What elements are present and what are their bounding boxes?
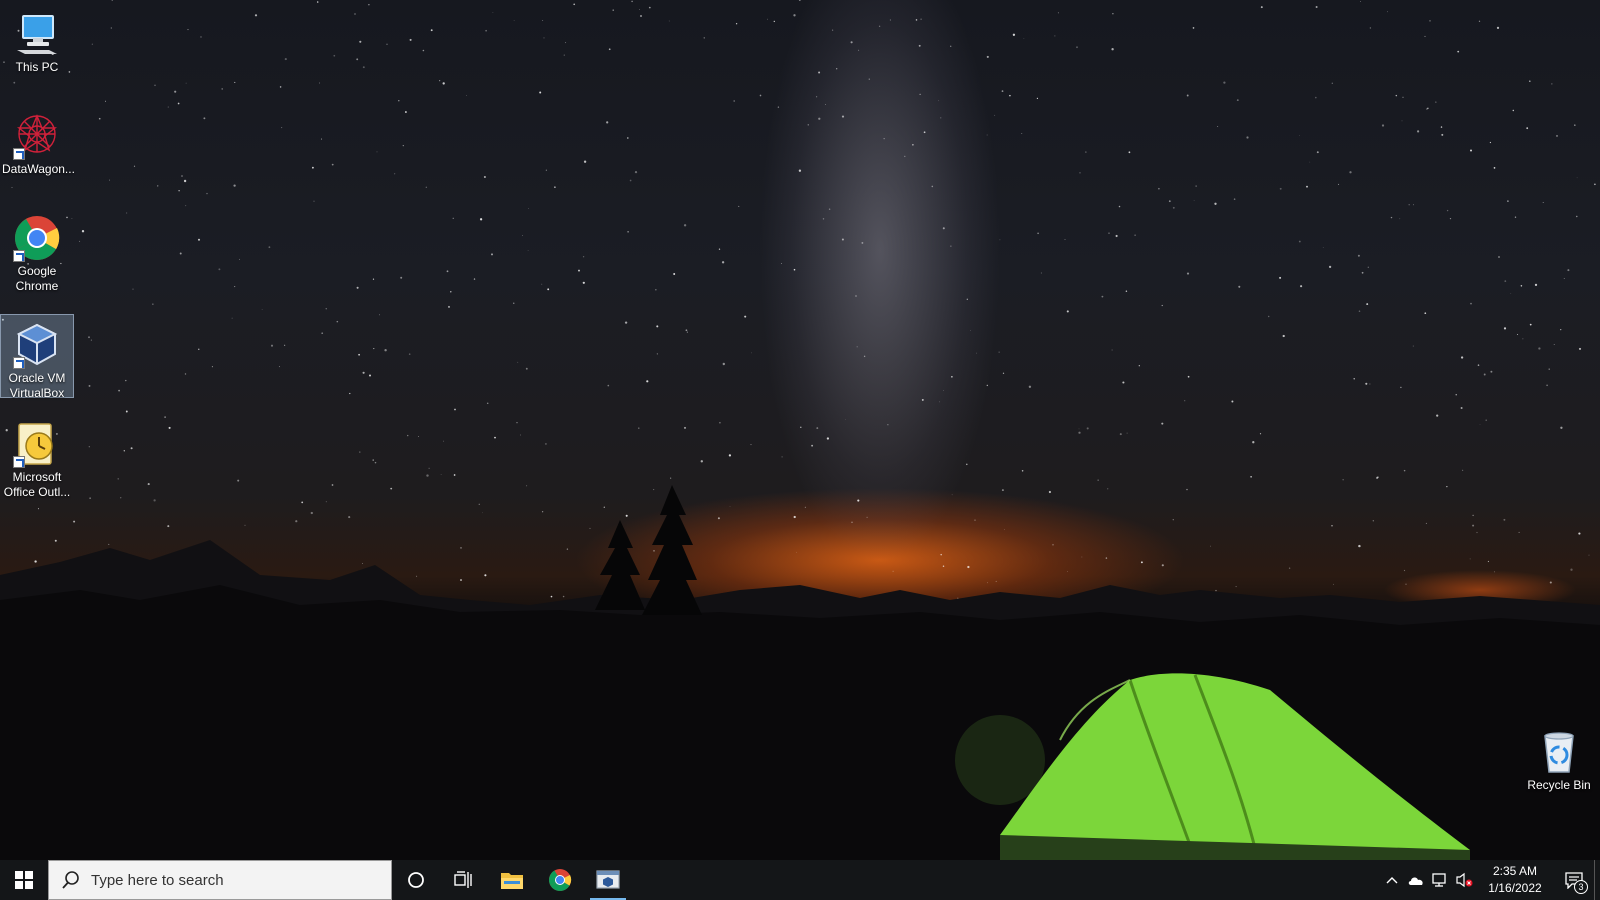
network-tray-button[interactable] <box>1428 860 1452 900</box>
taskbar-search-box[interactable]: Type here to search <box>48 860 392 900</box>
task-view-button[interactable] <box>440 860 488 900</box>
taskbar-virtualbox[interactable] <box>584 860 632 900</box>
virtualbox-window-icon <box>596 870 620 889</box>
recycle-bin-icon <box>1535 728 1583 776</box>
desktop-icon-microsoft-office-outlook[interactable]: Microsoft Office Outl... <box>0 414 74 500</box>
notification-count-badge: 3 <box>1574 880 1588 894</box>
shortcut-arrow-icon <box>13 357 25 369</box>
desktop-icon-label: Recycle Bin <box>1527 778 1591 792</box>
outlook-icon <box>13 420 61 468</box>
desktop-icon-label: DataWagon... <box>2 162 75 176</box>
clock-time: 2:35 AM <box>1492 864 1538 878</box>
virtualbox-icon <box>13 321 61 369</box>
desktop-icon-label: This PC <box>15 60 59 74</box>
computer-icon <box>13 10 61 58</box>
network-icon <box>1432 873 1446 887</box>
chrome-icon <box>13 214 61 262</box>
desktop-icon-label: Microsoft Office Outl... <box>3 470 71 499</box>
chrome-icon <box>549 869 572 891</box>
desktop-icon-datawagon[interactable]: DataWagon... <box>0 106 75 176</box>
shortcut-arrow-icon <box>13 250 25 262</box>
windows-logo-icon <box>15 871 33 889</box>
desktop-icon-label: Oracle VM VirtualBox <box>8 371 66 400</box>
chevron-up-icon <box>1386 877 1398 884</box>
cloud-icon <box>1408 877 1423 885</box>
show-desktop-button[interactable] <box>1594 860 1600 900</box>
taskbar: Type here to search 2:35 AM 1/16/2022 3 <box>0 860 1600 900</box>
action-center-button[interactable]: 3 <box>1554 860 1594 900</box>
desktop-icon-label: Google Chrome <box>15 264 59 293</box>
cortana-button[interactable] <box>392 860 440 900</box>
search-placeholder: Type here to search <box>91 871 224 889</box>
start-button[interactable] <box>0 860 48 900</box>
desktop-icon-recycle-bin[interactable]: Recycle Bin <box>1521 722 1597 792</box>
volume-tray-button[interactable] <box>1452 860 1476 900</box>
landscape-silhouette <box>0 485 1600 900</box>
cortana-circle-icon <box>408 872 424 888</box>
desktop-icon-this-pc[interactable]: This PC <box>0 4 74 74</box>
onedrive-tray-button[interactable] <box>1404 860 1428 900</box>
volume-muted-icon <box>1456 872 1473 888</box>
taskbar-clock[interactable]: 2:35 AM 1/16/2022 <box>1482 863 1548 897</box>
datawagon-icon <box>13 112 61 160</box>
taskbar-file-explorer[interactable] <box>488 860 536 900</box>
desktop-icon-oracle-vm-virtualbox[interactable]: Oracle VM VirtualBox <box>0 314 74 400</box>
show-hidden-icons-button[interactable] <box>1380 860 1404 900</box>
search-icon <box>62 871 79 889</box>
desktop-wallpaper <box>0 0 1600 900</box>
desktop-icon-google-chrome[interactable]: Google Chrome <box>0 208 74 294</box>
shortcut-arrow-icon <box>13 456 25 468</box>
clock-date: 1/16/2022 <box>1488 881 1542 895</box>
system-tray: 2:35 AM 1/16/2022 3 <box>1380 860 1600 900</box>
task-view-icon <box>454 871 472 888</box>
taskbar-google-chrome[interactable] <box>536 860 584 900</box>
folder-icon <box>501 873 523 889</box>
shortcut-arrow-icon <box>13 148 25 160</box>
